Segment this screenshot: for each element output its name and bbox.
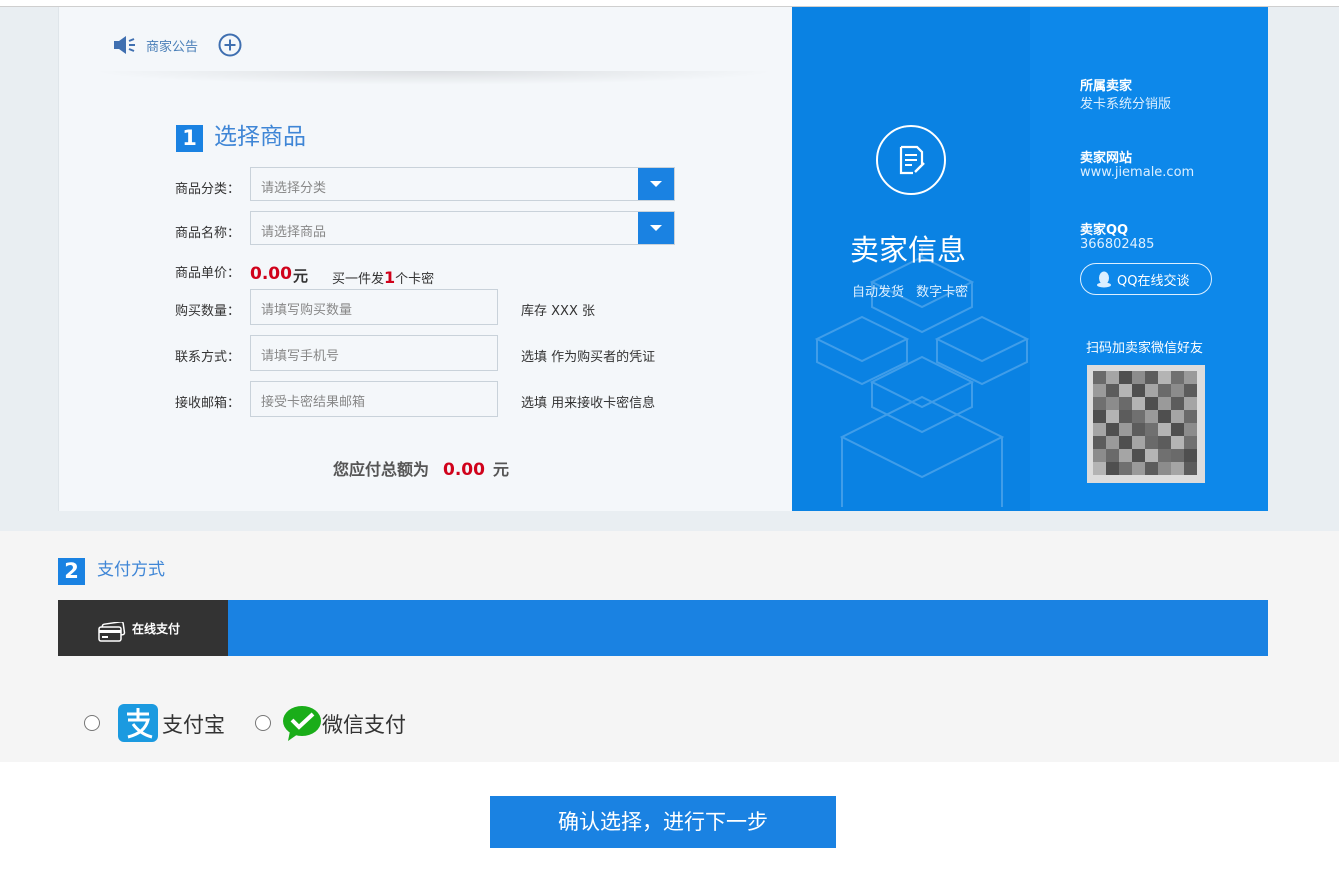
seller-info-panel: 卖家信息 自动发货 数字卡密 所属卖家 发卡系统分销版 卖家网站 www.jie…: [792, 7, 1268, 511]
category-label: 商品分类：: [175, 182, 241, 197]
total-amount-row: 您应付总额为 0.00 元: [333, 456, 509, 480]
notice-label: 商家公告: [146, 39, 199, 55]
payment-tab-bar: 在线支付: [58, 600, 1268, 656]
category-select[interactable]: 请选择分类: [250, 167, 675, 201]
product-select[interactable]: 请选择商品: [250, 211, 675, 245]
seller-site-label: 卖家网站: [1080, 151, 1133, 166]
seller-belong-label: 所属卖家: [1080, 79, 1133, 94]
chevron-down-icon[interactable]: [638, 168, 674, 200]
alipay-icon[interactable]: [118, 704, 158, 742]
qq-chat-button[interactable]: QQ在线交谈: [1080, 263, 1212, 295]
wechat-scan-title: 扫码加卖家微信好友: [1086, 341, 1204, 356]
step-1-badge: 1: [176, 125, 203, 152]
wechat-pay-radio[interactable]: [255, 715, 271, 731]
seller-qq-value: 366802485: [1080, 237, 1155, 252]
stock-hint: 库存 XXX 张: [521, 304, 595, 319]
order-form-panel: 商家公告 1 选择商品 商品分类： 请选择分类 商品名称： 请选择商品 商品单价…: [58, 7, 792, 511]
total-amount: 0.00: [443, 460, 485, 480]
seller-info-subtitle: 自动发货 数字卡密: [852, 285, 969, 300]
total-unit: 元: [492, 460, 509, 479]
wechat-qr-code: [1087, 365, 1205, 483]
total-label: 您应付总额为: [333, 460, 430, 479]
seller-info-title: 卖家信息: [850, 233, 967, 267]
unit-price: 0.00: [250, 264, 292, 284]
document-edit-icon: [876, 125, 946, 195]
email-input[interactable]: 接受卡密结果邮箱: [250, 381, 498, 417]
qq-chat-label: QQ在线交谈: [1117, 273, 1190, 289]
top-border: [0, 0, 1339, 7]
seller-belong-value: 发卡系统分销版: [1080, 97, 1172, 112]
step-1-title: 选择商品: [214, 124, 306, 150]
qq-icon: [1097, 271, 1111, 288]
step-2-title: 支付方式: [97, 560, 165, 580]
wechat-pay-label[interactable]: 微信支付: [322, 709, 406, 739]
email-hint: 选填 用来接收卡密信息: [521, 396, 656, 411]
chevron-down-icon[interactable]: [638, 212, 674, 244]
tab-online-payment[interactable]: 在线支付: [58, 600, 228, 656]
contact-label: 联系方式：: [175, 350, 241, 365]
alipay-radio[interactable]: [84, 715, 100, 731]
card-icon: [98, 622, 126, 642]
quantity-label: 购买数量：: [175, 304, 241, 319]
email-label: 接收邮箱：: [175, 396, 241, 411]
note-prefix: 买一件发: [332, 272, 385, 287]
price-label: 商品单价：: [175, 266, 241, 281]
note-suffix: 个卡密: [395, 272, 435, 287]
seller-site-value[interactable]: www.jiemale.com: [1080, 165, 1194, 180]
price-unit: 元: [293, 267, 309, 285]
quantity-input[interactable]: 请填写购买数量: [250, 289, 498, 325]
wechat-pay-icon[interactable]: [282, 704, 322, 742]
card-count: 1: [384, 268, 396, 287]
notice-bar[interactable]: 商家公告: [113, 33, 242, 57]
plus-circle-icon[interactable]: [218, 33, 242, 57]
speaker-icon: [113, 35, 137, 55]
contact-input[interactable]: 请填写手机号: [250, 335, 498, 371]
category-placeholder: 请选择分类: [261, 181, 327, 196]
alipay-label[interactable]: 支付宝: [162, 709, 225, 739]
confirm-next-button[interactable]: 确认选择，进行下一步: [490, 796, 836, 848]
product-placeholder: 请选择商品: [261, 225, 327, 240]
cards-per-purchase-note: 买一件发1个卡密: [332, 268, 434, 287]
product-label: 商品名称：: [175, 226, 241, 241]
notice-divider: [89, 71, 779, 85]
step-2-badge: 2: [58, 558, 85, 585]
online-payment-label: 在线支付: [132, 621, 181, 636]
contact-hint: 选填 作为购买者的凭证: [521, 350, 656, 365]
seller-qq-label: 卖家QQ: [1080, 223, 1129, 238]
